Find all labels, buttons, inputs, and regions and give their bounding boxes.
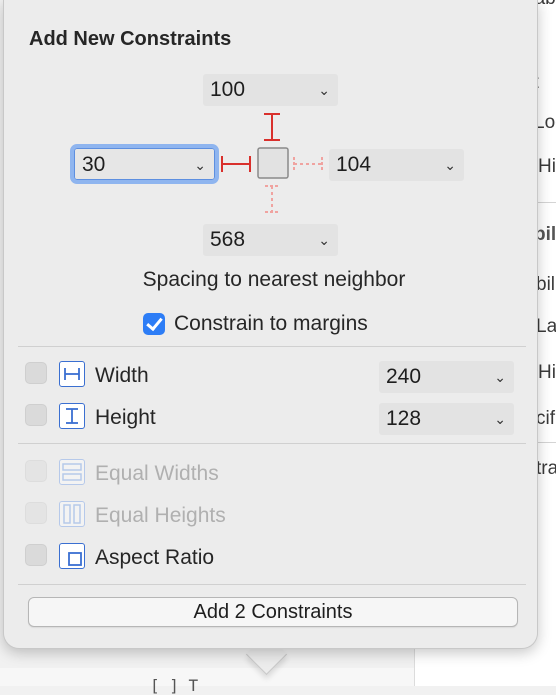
width-label: Width [95,364,149,387]
aspect-ratio-icon [59,543,85,569]
left-spacing-value: 30 [82,153,106,176]
height-icon [59,403,85,429]
divider [18,443,526,444]
right-spacing-value: 104 [336,153,372,176]
left-constraint-ibeam[interactable] [221,156,251,172]
constrain-to-margins-checkbox[interactable] [143,313,165,335]
equal-widths-checkbox[interactable] [25,460,47,482]
spacing-caption: Spacing to nearest neighbor [142,268,406,291]
aspect-ratio-label: Aspect Ratio [95,546,215,569]
inspector-fragment: cifi [536,408,556,429]
canvas-bottom-bar [0,668,414,686]
bottom-constraint-ibeam[interactable] [265,185,279,213]
constrain-to-margins-label: Constrain to margins [174,312,368,335]
chevron-down-icon[interactable]: ⌄ [194,149,206,181]
inspector-fragment: Hi [538,362,556,383]
height-checkbox[interactable] [25,404,47,426]
add-constraints-button[interactable]: Add 2 Constraints [28,597,518,627]
right-spacing-combo[interactable]: 104 ⌄ [329,149,464,181]
inspector-fragment: trai [536,458,556,479]
equal-heights-label: Equal Heights [95,504,226,527]
height-value-combo[interactable]: 128 ⌄ [379,403,514,435]
chevron-down-icon[interactable]: ⌄ [494,361,506,393]
selected-view-square [257,147,289,179]
divider [18,346,526,347]
aspect-ratio-checkbox[interactable] [25,544,47,566]
top-spacing-combo[interactable]: 100 ⌄ [203,74,338,106]
width-icon [59,361,85,387]
chevron-down-icon[interactable]: ⌄ [444,149,456,181]
top-constraint-ibeam[interactable] [264,113,280,141]
width-value-combo[interactable]: 240 ⌄ [379,361,514,393]
height-label: Height [95,406,156,429]
chevron-down-icon[interactable]: ⌄ [494,403,506,435]
right-constraint-ibeam[interactable] [293,157,323,171]
chevron-down-icon[interactable]: ⌄ [318,224,330,256]
equal-widths-icon [59,459,85,485]
left-spacing-combo[interactable]: 30 ⌄ [70,144,219,184]
equal-heights-icon [59,501,85,527]
inspector-fragment: Hi [538,156,556,177]
top-spacing-value: 100 [210,78,246,101]
equal-heights-checkbox[interactable] [25,502,47,524]
width-value: 240 [386,365,422,388]
bottom-spacing-combo[interactable]: 568 ⌄ [203,224,338,256]
height-value: 128 [386,407,422,430]
add-constraints-popover: Add New Constraints 100 ⌄ 30 ⌄ 104 ⌄ 568… [3,0,538,649]
bottom-spacing-value: 568 [210,228,246,251]
chevron-down-icon[interactable]: ⌄ [318,74,330,106]
width-checkbox[interactable] [25,362,47,384]
equal-widths-label: Equal Widths [95,462,219,485]
divider [18,584,526,585]
popover-title: Add New Constraints [29,28,232,50]
constraint-diagram [221,113,323,213]
inspector-fragment: Lab [536,316,556,337]
